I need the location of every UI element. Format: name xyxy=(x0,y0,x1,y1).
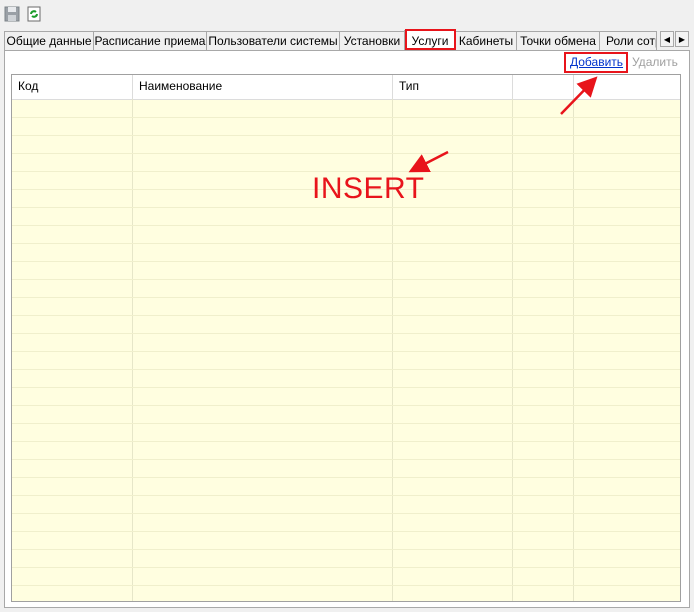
annotation-arrows xyxy=(408,76,598,173)
arrow-to-insert-text xyxy=(408,150,449,173)
arrow-to-add-link xyxy=(560,76,598,115)
insert-annotation-text: INSERT xyxy=(312,172,425,205)
